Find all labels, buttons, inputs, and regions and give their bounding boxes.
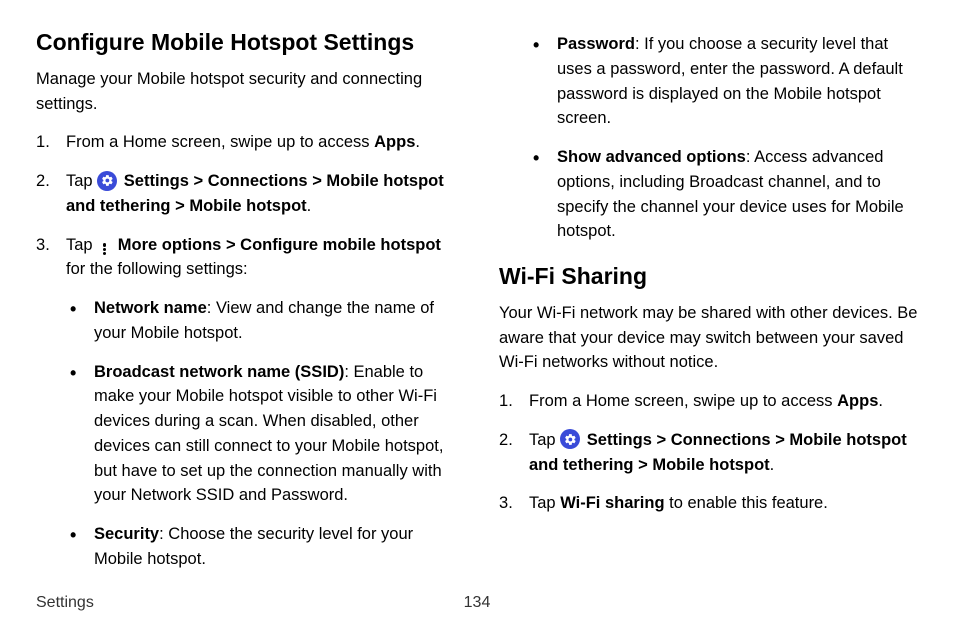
more-options-label: More options <box>118 236 222 254</box>
heading-configure-hotspot: Configure Mobile Hotspot Settings <box>36 28 455 57</box>
step-3: Tap More options > Configure mobile hots… <box>36 233 455 283</box>
label: Network name <box>94 299 207 317</box>
intro-configure: Manage your Mobile hotspot security and … <box>36 67 455 117</box>
page-columns: Configure Mobile Hotspot Settings Manage… <box>36 28 918 586</box>
label: Broadcast network name (SSID) <box>94 363 344 381</box>
footer-page-number: 134 <box>464 594 491 612</box>
settings-label: Settings <box>587 431 652 449</box>
sep: > <box>171 197 190 215</box>
bullet-broadcast-ssid: Broadcast network name (SSID): Enable to… <box>36 360 455 509</box>
sep: > <box>634 456 653 474</box>
sep: > <box>771 431 790 449</box>
sep: > <box>221 236 240 254</box>
step-1: From a Home screen, swipe up to access A… <box>499 389 918 414</box>
step-1: From a Home screen, swipe up to access A… <box>36 130 455 155</box>
text: for the following settings: <box>66 260 248 278</box>
label: Show advanced options <box>557 148 746 166</box>
text: . <box>307 197 312 215</box>
text: Tap <box>66 172 97 190</box>
more-options-icon <box>97 235 111 253</box>
sep: > <box>189 172 208 190</box>
sep: > <box>308 172 327 190</box>
text: From a Home screen, swipe up to access <box>66 133 374 151</box>
label: Password <box>557 35 635 53</box>
connections-label: Connections <box>671 431 771 449</box>
bullets-continued: Password: If you choose a security level… <box>499 32 918 244</box>
step-2: Tap Settings > Connections > Mobile hots… <box>36 169 455 219</box>
settings-label: Settings <box>124 172 189 190</box>
mobile-hotspot-label: Mobile hotspot <box>652 456 769 474</box>
steps-wifi-sharing: From a Home screen, swipe up to access A… <box>499 389 918 516</box>
bullets-configure: Network name: View and change the name o… <box>36 296 455 572</box>
apps-label: Apps <box>837 392 878 410</box>
wifi-sharing-label: Wi-Fi sharing <box>560 494 664 512</box>
label: Security <box>94 525 159 543</box>
left-column: Configure Mobile Hotspot Settings Manage… <box>36 28 455 586</box>
mobile-hotspot-label: Mobile hotspot <box>189 197 306 215</box>
settings-gear-icon <box>97 171 117 191</box>
steps-configure: From a Home screen, swipe up to access A… <box>36 130 455 282</box>
bullet-security: Security: Choose the security level for … <box>36 522 455 572</box>
intro-wifi-sharing: Your Wi-Fi network may be shared with ot… <box>499 301 918 375</box>
page-footer: Settings 134 <box>36 594 918 612</box>
text: . <box>878 392 883 410</box>
apps-label: Apps <box>374 133 415 151</box>
bullet-password: Password: If you choose a security level… <box>499 32 918 131</box>
text: . <box>770 456 775 474</box>
footer-section: Settings <box>36 594 94 612</box>
text: : Enable to make your Mobile hotspot vis… <box>94 363 443 505</box>
text: Tap <box>529 431 560 449</box>
configure-hotspot-label: Configure mobile hotspot <box>240 236 441 254</box>
text: Tap <box>66 236 97 254</box>
settings-gear-icon <box>560 429 580 449</box>
text: to enable this feature. <box>665 494 828 512</box>
bullet-network-name: Network name: View and change the name o… <box>36 296 455 346</box>
bullet-advanced-options: Show advanced options: Access advanced o… <box>499 145 918 244</box>
text: Tap <box>529 494 560 512</box>
heading-wifi-sharing: Wi-Fi Sharing <box>499 262 918 291</box>
step-2: Tap Settings > Connections > Mobile hots… <box>499 428 918 478</box>
sep: > <box>652 431 671 449</box>
connections-label: Connections <box>208 172 308 190</box>
text: . <box>415 133 420 151</box>
step-3: Tap Wi-Fi sharing to enable this feature… <box>499 491 918 516</box>
text: From a Home screen, swipe up to access <box>529 392 837 410</box>
right-column: Password: If you choose a security level… <box>499 28 918 586</box>
